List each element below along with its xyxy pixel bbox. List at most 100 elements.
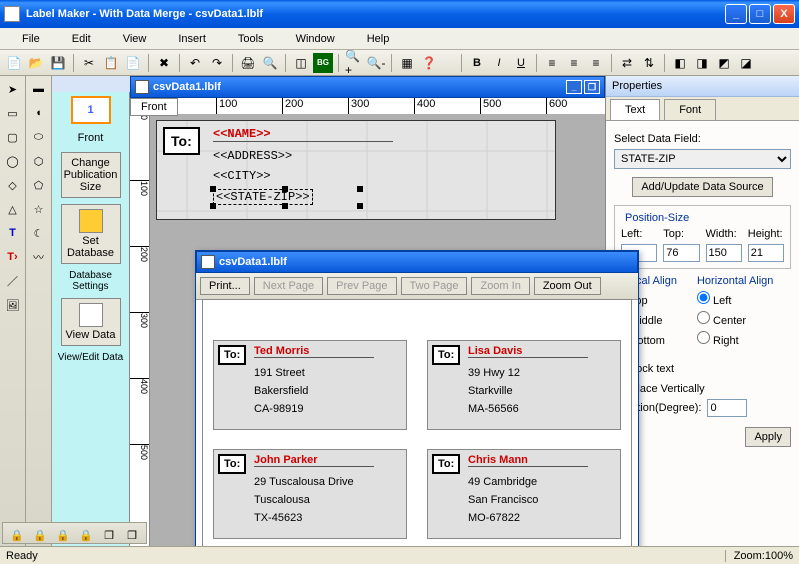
height-input[interactable] — [748, 244, 784, 262]
roundrect-tool-icon[interactable]: ▢ — [3, 127, 23, 147]
delete-icon[interactable]: ✖ — [154, 53, 174, 73]
preview-icon[interactable]: 🔍 — [260, 53, 280, 73]
flip-v-icon[interactable]: ⇅ — [639, 53, 659, 73]
menu-window[interactable]: Window — [280, 31, 351, 47]
change-publication-size-button[interactable]: Change Publication Size — [61, 152, 121, 198]
triangle-tool-icon[interactable]: △ — [3, 199, 23, 219]
text-tool-icon[interactable]: T — [3, 223, 23, 243]
arrange-2-icon[interactable]: ◨ — [692, 53, 712, 73]
zoom-in-icon[interactable]: 🔍+ — [344, 53, 364, 73]
image-tool-icon[interactable]: 🖼 — [3, 295, 23, 315]
rect-tool-icon[interactable]: ▭ — [3, 103, 23, 123]
layer-stack-2-icon[interactable]: ❐ — [122, 525, 142, 545]
menu-tools[interactable]: Tools — [222, 31, 280, 47]
lock-4-icon[interactable]: 🔒 — [76, 525, 96, 545]
save-icon[interactable]: 💾 — [48, 53, 68, 73]
underline-icon[interactable]: U — [511, 53, 531, 73]
page-thumbnail[interactable]: 1 — [71, 96, 111, 124]
halign-right-radio[interactable] — [697, 331, 710, 344]
doc-minimize-button[interactable]: _ — [566, 80, 582, 94]
add-update-data-source-button[interactable]: Add/Update Data Source — [632, 177, 772, 197]
preview-prev-button[interactable]: Prev Page — [327, 277, 396, 295]
set-database-button[interactable]: Set Database — [61, 204, 121, 264]
close-button[interactable]: X — [773, 4, 795, 24]
zoom-out-icon[interactable]: 🔍- — [366, 53, 386, 73]
redo-icon[interactable]: ↷ — [207, 53, 227, 73]
open-icon[interactable]: 📂 — [26, 53, 46, 73]
copy-icon[interactable]: 📋 — [101, 53, 121, 73]
doc-restore-button[interactable]: ❐ — [584, 80, 600, 94]
paste-icon[interactable]: 📄 — [123, 53, 143, 73]
cut-icon[interactable]: ✂ — [79, 53, 99, 73]
bold-icon[interactable]: B — [467, 53, 487, 73]
selection-handle[interactable] — [210, 203, 216, 209]
rotation-input[interactable] — [707, 399, 747, 417]
ellipse-tool-icon[interactable]: ◯ — [3, 151, 23, 171]
align-left-icon[interactable]: ≡ — [542, 53, 562, 73]
preview-titlebar[interactable]: csvData1.lblf — [196, 251, 638, 273]
diamond-tool-icon[interactable]: ◇ — [3, 175, 23, 195]
arrange-1-icon[interactable]: ◧ — [670, 53, 690, 73]
merge-icon[interactable]: ◫ — [291, 53, 311, 73]
help-icon[interactable]: ❓ — [419, 53, 439, 73]
width-input[interactable] — [706, 244, 742, 262]
preview-two-page-button[interactable]: Two Page — [401, 277, 468, 295]
hexagon-tool-icon[interactable]: ⬡ — [29, 151, 49, 171]
label-template[interactable]: To: <<NAME>> <<ADDRESS>> <<CITY>> <<STAT… — [156, 120, 556, 220]
halign-left-radio[interactable] — [697, 291, 710, 304]
print-icon[interactable]: 🖨 — [238, 53, 258, 73]
pointer-tool-icon[interactable]: ➤ — [3, 79, 23, 99]
grid-icon[interactable]: ▦ — [397, 53, 417, 73]
vtext-tool-icon[interactable]: T› — [3, 247, 23, 267]
curve-tool-icon[interactable]: 〰 — [29, 247, 49, 267]
fill-roundrect-icon[interactable]: ◖ — [29, 103, 49, 123]
align-center-icon[interactable]: ≡ — [564, 53, 584, 73]
field-name[interactable]: <<NAME>> — [213, 127, 393, 142]
menu-file[interactable]: File — [6, 31, 56, 47]
minimize-button[interactable]: _ — [725, 4, 747, 24]
maximize-button[interactable]: □ — [749, 4, 771, 24]
tab-font[interactable]: Font — [664, 99, 716, 120]
menu-help[interactable]: Help — [351, 31, 406, 47]
field-city[interactable]: <<CITY>> — [213, 169, 271, 183]
data-field-select[interactable]: STATE-ZIP — [614, 149, 791, 169]
align-right-icon[interactable]: ≡ — [586, 53, 606, 73]
preview-zoom-in-button[interactable]: Zoom In — [471, 277, 529, 295]
menu-view[interactable]: View — [107, 31, 163, 47]
fill-rect-icon[interactable]: ▬ — [29, 79, 49, 99]
field-state-zip[interactable]: <<STATE-ZIP>> — [213, 189, 313, 205]
layer-stack-icon[interactable]: ❐ — [99, 525, 119, 545]
line-tool-icon[interactable]: ／ — [3, 271, 23, 291]
italic-icon[interactable]: I — [489, 53, 509, 73]
bg-icon[interactable]: BG — [313, 53, 333, 73]
flip-h-icon[interactable]: ⇄ — [617, 53, 637, 73]
new-icon[interactable]: 📄 — [4, 53, 24, 73]
field-address[interactable]: <<ADDRESS>> — [213, 149, 292, 163]
preview-next-button[interactable]: Next Page — [254, 277, 323, 295]
selection-handle[interactable] — [282, 203, 288, 209]
lock-1-icon[interactable]: 🔒 — [7, 525, 27, 545]
halign-center-radio[interactable] — [697, 311, 710, 324]
menu-insert[interactable]: Insert — [162, 31, 222, 47]
top-input[interactable] — [663, 244, 699, 262]
lock-2-icon[interactable]: 🔒 — [30, 525, 50, 545]
pentagon-tool-icon[interactable]: ⬠ — [29, 175, 49, 195]
star-tool-icon[interactable]: ☆ — [29, 199, 49, 219]
arrange-4-icon[interactable]: ◪ — [736, 53, 756, 73]
tab-text[interactable]: Text — [610, 99, 660, 120]
undo-icon[interactable]: ↶ — [185, 53, 205, 73]
selection-handle[interactable] — [282, 186, 288, 192]
view-data-button[interactable]: View Data — [61, 298, 121, 346]
selection-handle[interactable] — [210, 186, 216, 192]
menu-edit[interactable]: Edit — [56, 31, 107, 47]
fill-ellipse-icon[interactable]: ⬭ — [29, 127, 49, 147]
selection-handle[interactable] — [357, 186, 363, 192]
preview-print-button[interactable]: Print... — [200, 277, 250, 295]
front-tab[interactable]: Front — [130, 98, 178, 116]
selection-handle[interactable] — [357, 203, 363, 209]
arrange-3-icon[interactable]: ◩ — [714, 53, 734, 73]
apply-button[interactable]: Apply — [745, 427, 791, 447]
lock-3-icon[interactable]: 🔒 — [53, 525, 73, 545]
preview-zoom-out-button[interactable]: Zoom Out — [534, 277, 601, 295]
to-label[interactable]: To: — [163, 127, 200, 155]
